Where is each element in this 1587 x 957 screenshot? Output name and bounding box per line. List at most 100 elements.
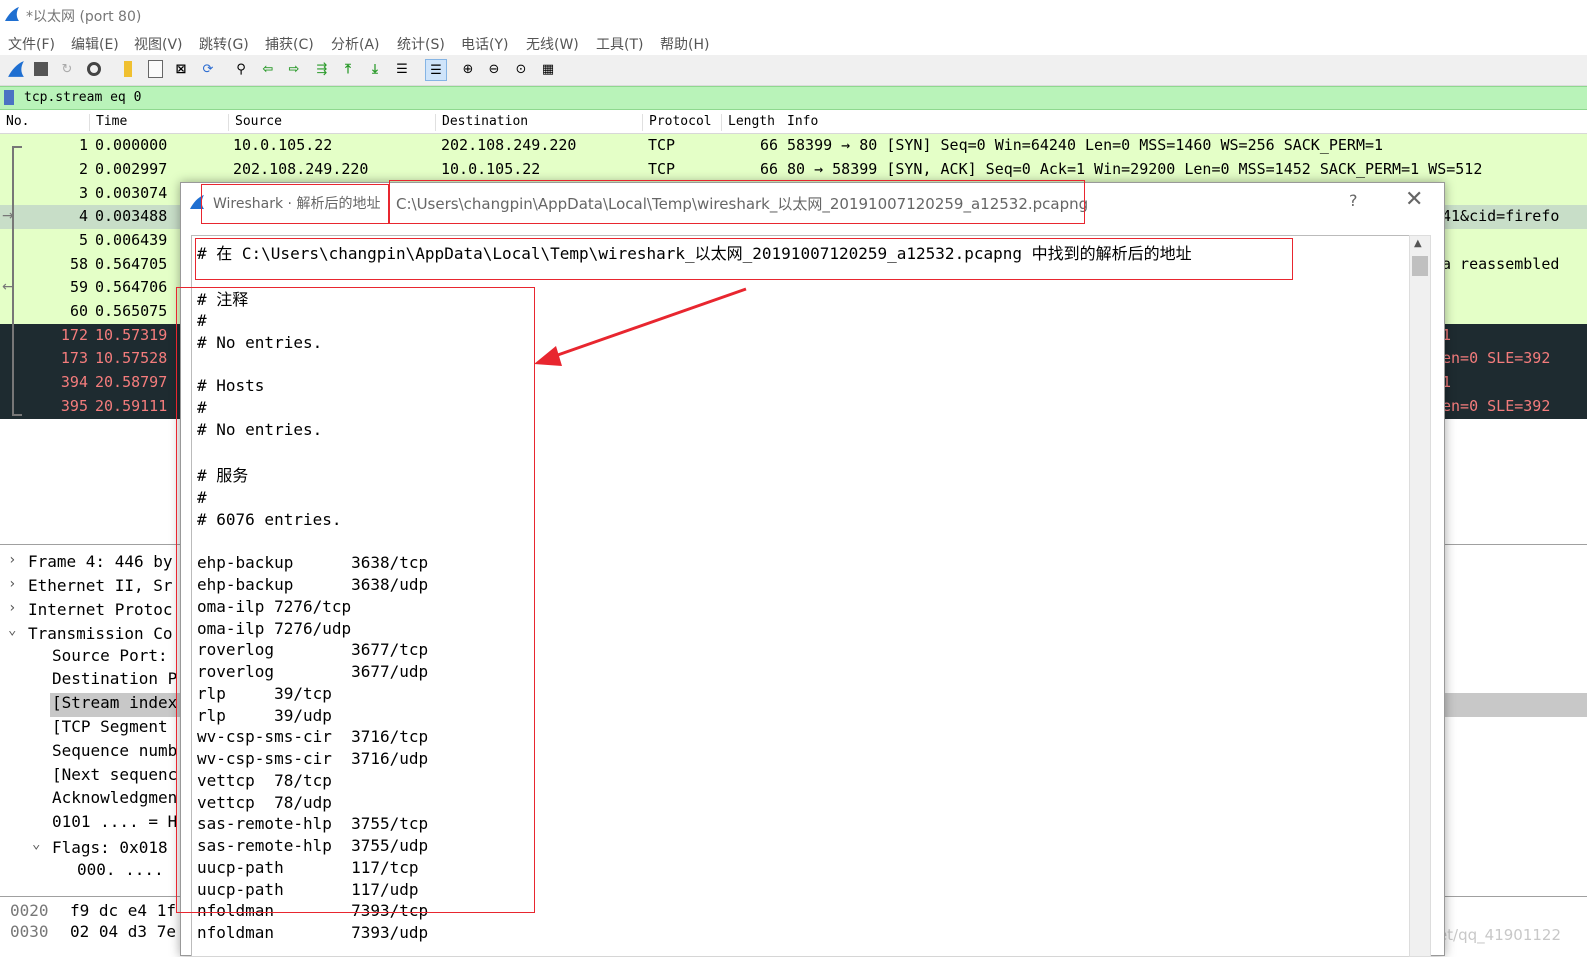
packet-no: 173 bbox=[60, 349, 88, 367]
packet-no: 172 bbox=[60, 326, 88, 344]
column-destination[interactable]: Destination bbox=[435, 114, 642, 131]
annotation-box-path bbox=[389, 180, 1085, 224]
packet-length: 66 bbox=[760, 136, 779, 154]
conversation-bracket-top bbox=[12, 146, 22, 148]
packet-info: en=0 SLE=392 bbox=[1442, 397, 1551, 415]
zoom-out-icon[interactable]: ⊖ bbox=[484, 59, 504, 79]
menu-bar: 文件(F) 编辑(E) 视图(V) 跳转(G) 捕获(C) 分析(A) 统计(S… bbox=[0, 30, 1587, 54]
go-to-packet-icon[interactable]: ⇶ bbox=[312, 59, 332, 79]
bytes-hex[interactable]: 02 04 d3 7e bbox=[70, 922, 176, 941]
bookmark-icon[interactable] bbox=[4, 90, 14, 105]
packet-time: 10.57528 bbox=[95, 349, 168, 367]
zoom-in-icon[interactable]: ⊕ bbox=[458, 59, 478, 79]
detail-row[interactable]: Destination P bbox=[52, 669, 177, 693]
packet-time: 0.564705 bbox=[95, 255, 168, 273]
packet-protocol: TCP bbox=[648, 160, 676, 178]
chevron-right-icon[interactable]: › bbox=[8, 552, 16, 568]
packet-source: 202.108.249.220 bbox=[233, 160, 369, 178]
wireshark-logo-icon bbox=[5, 7, 19, 21]
packet-no: 60 bbox=[69, 302, 88, 320]
menu-telephony[interactable]: 电话(Y) bbox=[461, 34, 508, 54]
detail-row[interactable]: [TCP Segment bbox=[52, 717, 168, 741]
annotation-box-header-line bbox=[195, 238, 1293, 280]
packet-no: 395 bbox=[60, 397, 88, 415]
menu-go[interactable]: 跳转(G) bbox=[199, 34, 249, 54]
detail-row[interactable]: Sequence numb bbox=[52, 741, 177, 765]
window-titlebar: *以太网 (port 80) bbox=[0, 0, 1587, 30]
resize-columns-icon[interactable]: ▦ bbox=[538, 59, 558, 79]
column-length[interactable]: Length bbox=[721, 114, 780, 131]
normal-size-icon[interactable]: ⊙ bbox=[511, 59, 531, 79]
annotation-box-title bbox=[201, 184, 389, 224]
autoscroll-icon[interactable]: ☰ bbox=[392, 59, 412, 79]
packet-info: 41&cid=firefo bbox=[1442, 207, 1560, 225]
main-toolbar: ↻ ⊠ ⟳ ⚲ ⇦ ⇨ ⇶ ⤒ ⤓ ☰ ☰ ⊕ ⊖ ⊙ ▦ bbox=[0, 55, 1587, 86]
chevron-right-icon[interactable]: › bbox=[8, 600, 16, 616]
detail-row[interactable]: [Next sequenc bbox=[52, 765, 177, 789]
menu-analyze[interactable]: 分析(A) bbox=[331, 34, 380, 54]
display-filter-bar bbox=[0, 86, 1587, 110]
save-file-icon[interactable] bbox=[145, 59, 165, 79]
display-filter-input[interactable] bbox=[20, 88, 1587, 107]
first-packet-icon[interactable]: ⤒ bbox=[338, 59, 358, 79]
column-time[interactable]: Time bbox=[89, 114, 224, 131]
bytes-hex[interactable]: f9 dc e4 1f bbox=[70, 901, 176, 920]
chevron-right-icon[interactable]: › bbox=[8, 576, 16, 592]
detail-row[interactable]: 0101 .... = H bbox=[52, 812, 177, 836]
window-title: *以太网 (port 80) bbox=[26, 9, 142, 25]
packet-protocol: TCP bbox=[648, 136, 676, 154]
open-folder-icon[interactable] bbox=[118, 59, 138, 79]
related-arrow-right-icon: → bbox=[2, 208, 14, 224]
stop-square-icon[interactable] bbox=[31, 59, 51, 79]
packet-no: 59 bbox=[69, 278, 88, 296]
close-button[interactable]: ✕ bbox=[1405, 187, 1423, 212]
menu-capture[interactable]: 捕获(C) bbox=[265, 34, 314, 54]
packet-destination: 202.108.249.220 bbox=[441, 136, 577, 154]
packet-length: 66 bbox=[760, 160, 779, 178]
menu-file[interactable]: 文件(F) bbox=[8, 34, 55, 54]
chevron-down-icon[interactable]: ⌄ bbox=[8, 622, 16, 638]
conversation-bracket-bottom bbox=[12, 414, 22, 416]
detail-row[interactable]: Source Port: bbox=[52, 646, 168, 670]
annotation-box-entries bbox=[176, 287, 535, 913]
go-back-icon[interactable]: ⇦ bbox=[258, 59, 278, 79]
column-no[interactable]: No. bbox=[0, 114, 29, 131]
last-packet-icon[interactable]: ⤓ bbox=[365, 59, 385, 79]
packet-time: 20.58797 bbox=[95, 373, 168, 391]
shark-fin-start-icon[interactable] bbox=[6, 59, 26, 79]
scroll-up-icon[interactable]: ▲ bbox=[1414, 238, 1422, 249]
reload-icon[interactable]: ⟳ bbox=[198, 59, 218, 79]
detail-label: Ethernet II, Sr bbox=[28, 576, 173, 595]
restart-icon[interactable]: ↻ bbox=[57, 59, 77, 79]
vertical-scrollbar[interactable]: ▲ bbox=[1409, 235, 1431, 957]
column-source[interactable]: Source bbox=[228, 114, 435, 131]
capture-options-icon[interactable] bbox=[84, 59, 104, 79]
packet-no: 58 bbox=[69, 255, 88, 273]
menu-help[interactable]: 帮助(H) bbox=[660, 34, 709, 54]
chevron-down-icon[interactable]: ⌄ bbox=[32, 836, 40, 852]
detail-row[interactable]: .... ... bbox=[77, 882, 154, 892]
packet-no: 3 bbox=[78, 184, 88, 202]
help-button[interactable]: ? bbox=[1349, 191, 1358, 210]
detail-row[interactable]: Acknowledgmen bbox=[52, 788, 177, 812]
related-arrow-left-icon: ← bbox=[2, 279, 14, 295]
close-file-icon[interactable]: ⊠ bbox=[171, 59, 191, 79]
find-packet-icon[interactable]: ⚲ bbox=[231, 59, 251, 79]
detail-row[interactable]: 000. .... bbox=[77, 860, 164, 884]
column-info[interactable]: Info bbox=[781, 114, 818, 131]
colorize-icon[interactable]: ☰ bbox=[425, 59, 447, 81]
menu-view[interactable]: 视图(V) bbox=[134, 34, 183, 54]
menu-wireless[interactable]: 无线(W) bbox=[526, 34, 579, 54]
menu-statistics[interactable]: 统计(S) bbox=[397, 34, 445, 54]
packet-row[interactable]: 1 0.000000 10.0.105.22 202.108.249.220 T… bbox=[0, 134, 1587, 158]
column-protocol[interactable]: Protocol bbox=[642, 114, 719, 131]
packet-info: a reassembled bbox=[1442, 255, 1560, 273]
packet-row[interactable]: 2 0.002997 202.108.249.220 10.0.105.22 T… bbox=[0, 158, 1587, 182]
menu-tools[interactable]: 工具(T) bbox=[596, 34, 643, 54]
packet-info: 80 → 58399 [SYN, ACK] Seq=0 Ack=1 Win=29… bbox=[787, 160, 1483, 178]
scrollbar-thumb[interactable] bbox=[1412, 256, 1428, 276]
packet-no: 5 bbox=[78, 231, 88, 249]
go-forward-icon[interactable]: ⇨ bbox=[284, 59, 304, 79]
menu-edit[interactable]: 编辑(E) bbox=[71, 34, 119, 54]
packet-no: 1 bbox=[78, 136, 88, 154]
